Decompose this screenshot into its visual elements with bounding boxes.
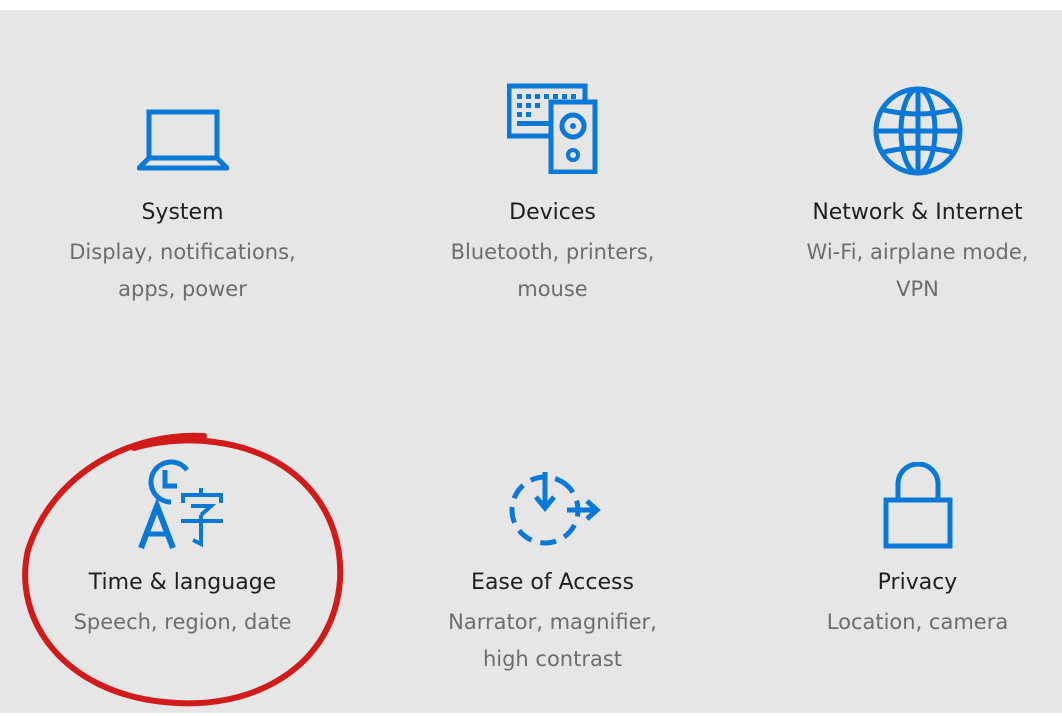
tile-description: Wi-Fi, airplane mode, VPN <box>806 240 1029 301</box>
settings-panel: System Display, notifications, apps, pow… <box>0 0 1062 713</box>
tile-network[interactable]: Network & Internet Wi-Fi, airplane mode,… <box>775 80 1060 340</box>
globe-icon <box>871 84 965 178</box>
tile-title: Ease of Access <box>471 570 634 595</box>
time-language-icon <box>135 458 231 550</box>
tile-title: Privacy <box>877 570 958 595</box>
tile-description: Speech, region, date <box>73 610 292 634</box>
tile-title: Network & Internet <box>812 200 1023 225</box>
tile-description: Location, camera <box>826 610 1009 634</box>
tile-time-language[interactable]: Time & language Speech, region, date <box>40 450 325 710</box>
laptop-icon <box>136 108 229 174</box>
tile-description: Narrator, magnifier, high contrast <box>448 610 657 671</box>
ease-of-access-icon <box>505 468 601 548</box>
tile-privacy[interactable]: Privacy Location, camera <box>775 450 1060 710</box>
tile-title: System <box>141 200 224 225</box>
tile-title: Devices <box>509 200 596 225</box>
tile-description: Bluetooth, printers, mouse <box>450 240 655 301</box>
tile-title: Time & language <box>88 570 277 595</box>
tile-system[interactable]: System Display, notifications, apps, pow… <box>40 80 325 340</box>
tile-devices[interactable]: Devices Bluetooth, printers, mouse <box>410 80 695 340</box>
lock-icon <box>882 462 954 550</box>
tile-description: Display, notifications, apps, power <box>69 240 296 301</box>
tile-ease-of-access[interactable]: Ease of Access Narrator, magnifier, high… <box>410 450 695 710</box>
devices-icon <box>506 82 599 174</box>
